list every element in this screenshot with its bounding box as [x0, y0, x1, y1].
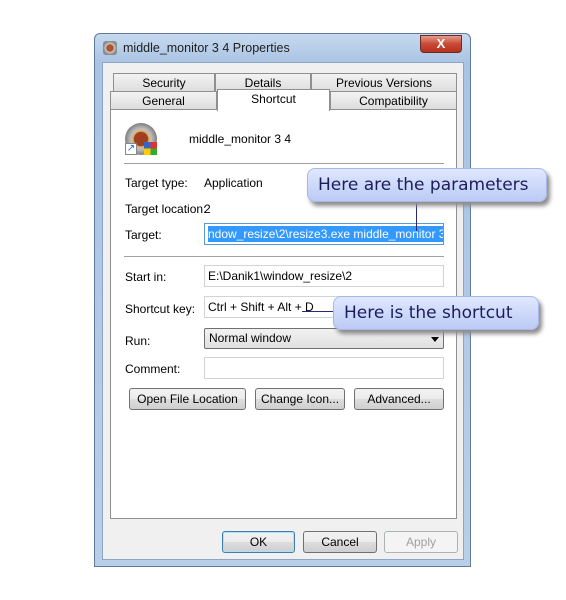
tab-security[interactable]: Security	[113, 73, 215, 92]
start-in-label: Start in:	[125, 270, 167, 284]
change-icon-button[interactable]: Change Icon...	[255, 388, 345, 410]
target-location-label: Target location:	[125, 202, 207, 216]
cancel-button[interactable]: Cancel	[303, 531, 377, 553]
tab-shortcut[interactable]: Shortcut	[217, 89, 330, 111]
target-label: Target:	[125, 228, 162, 242]
app-icon	[103, 41, 117, 55]
run-select[interactable]: Normal window	[204, 328, 444, 349]
start-in-input[interactable]: E:\Danik1\window_resize\2	[204, 265, 444, 287]
shortcut-name: middle_monitor 3 4	[189, 132, 292, 146]
target-type-label: Target type:	[125, 176, 188, 190]
parameters-callout: Here are the parameters	[307, 168, 547, 202]
ok-button[interactable]: OK	[222, 531, 295, 553]
tab-compatibility[interactable]: Compatibility	[330, 91, 457, 110]
open-file-location-button[interactable]: Open File Location	[129, 388, 246, 410]
tab-general[interactable]: General	[110, 91, 217, 110]
target-selected-text: ndow_resize\2\resize3.exe middle_monitor…	[208, 226, 443, 242]
run-label: Run:	[125, 334, 151, 348]
advanced-button[interactable]: Advanced...	[354, 388, 444, 410]
tab-previous-versions[interactable]: Previous Versions	[311, 73, 457, 92]
chevron-down-icon	[431, 337, 439, 342]
shortcut-callout: Here is the shortcut	[333, 296, 539, 330]
callout-pointer	[416, 203, 417, 231]
comment-label: Comment:	[125, 362, 181, 376]
comment-input[interactable]	[204, 357, 444, 379]
close-button[interactable]: X	[420, 35, 462, 53]
title-bar: middle_monitor 3 4 Properties X	[95, 34, 470, 62]
apply-button[interactable]: Apply	[384, 531, 458, 553]
window-title: middle_monitor 3 4 Properties	[123, 41, 290, 55]
target-input[interactable]: ndow_resize\2\resize3.exe middle_monitor…	[204, 223, 444, 245]
shortcut-key-label: Shortcut key:	[125, 302, 196, 316]
callout-pointer	[302, 311, 333, 312]
windows-logo-icon	[144, 142, 157, 155]
shortcut-arrow-icon: ↗	[125, 143, 137, 155]
run-selected: Normal window	[209, 331, 292, 345]
divider	[124, 163, 444, 164]
target-location-value: 2	[204, 202, 211, 216]
shortcut-app-icon: ↗	[125, 123, 157, 155]
divider	[124, 256, 444, 257]
target-type-value: Application	[204, 176, 263, 190]
